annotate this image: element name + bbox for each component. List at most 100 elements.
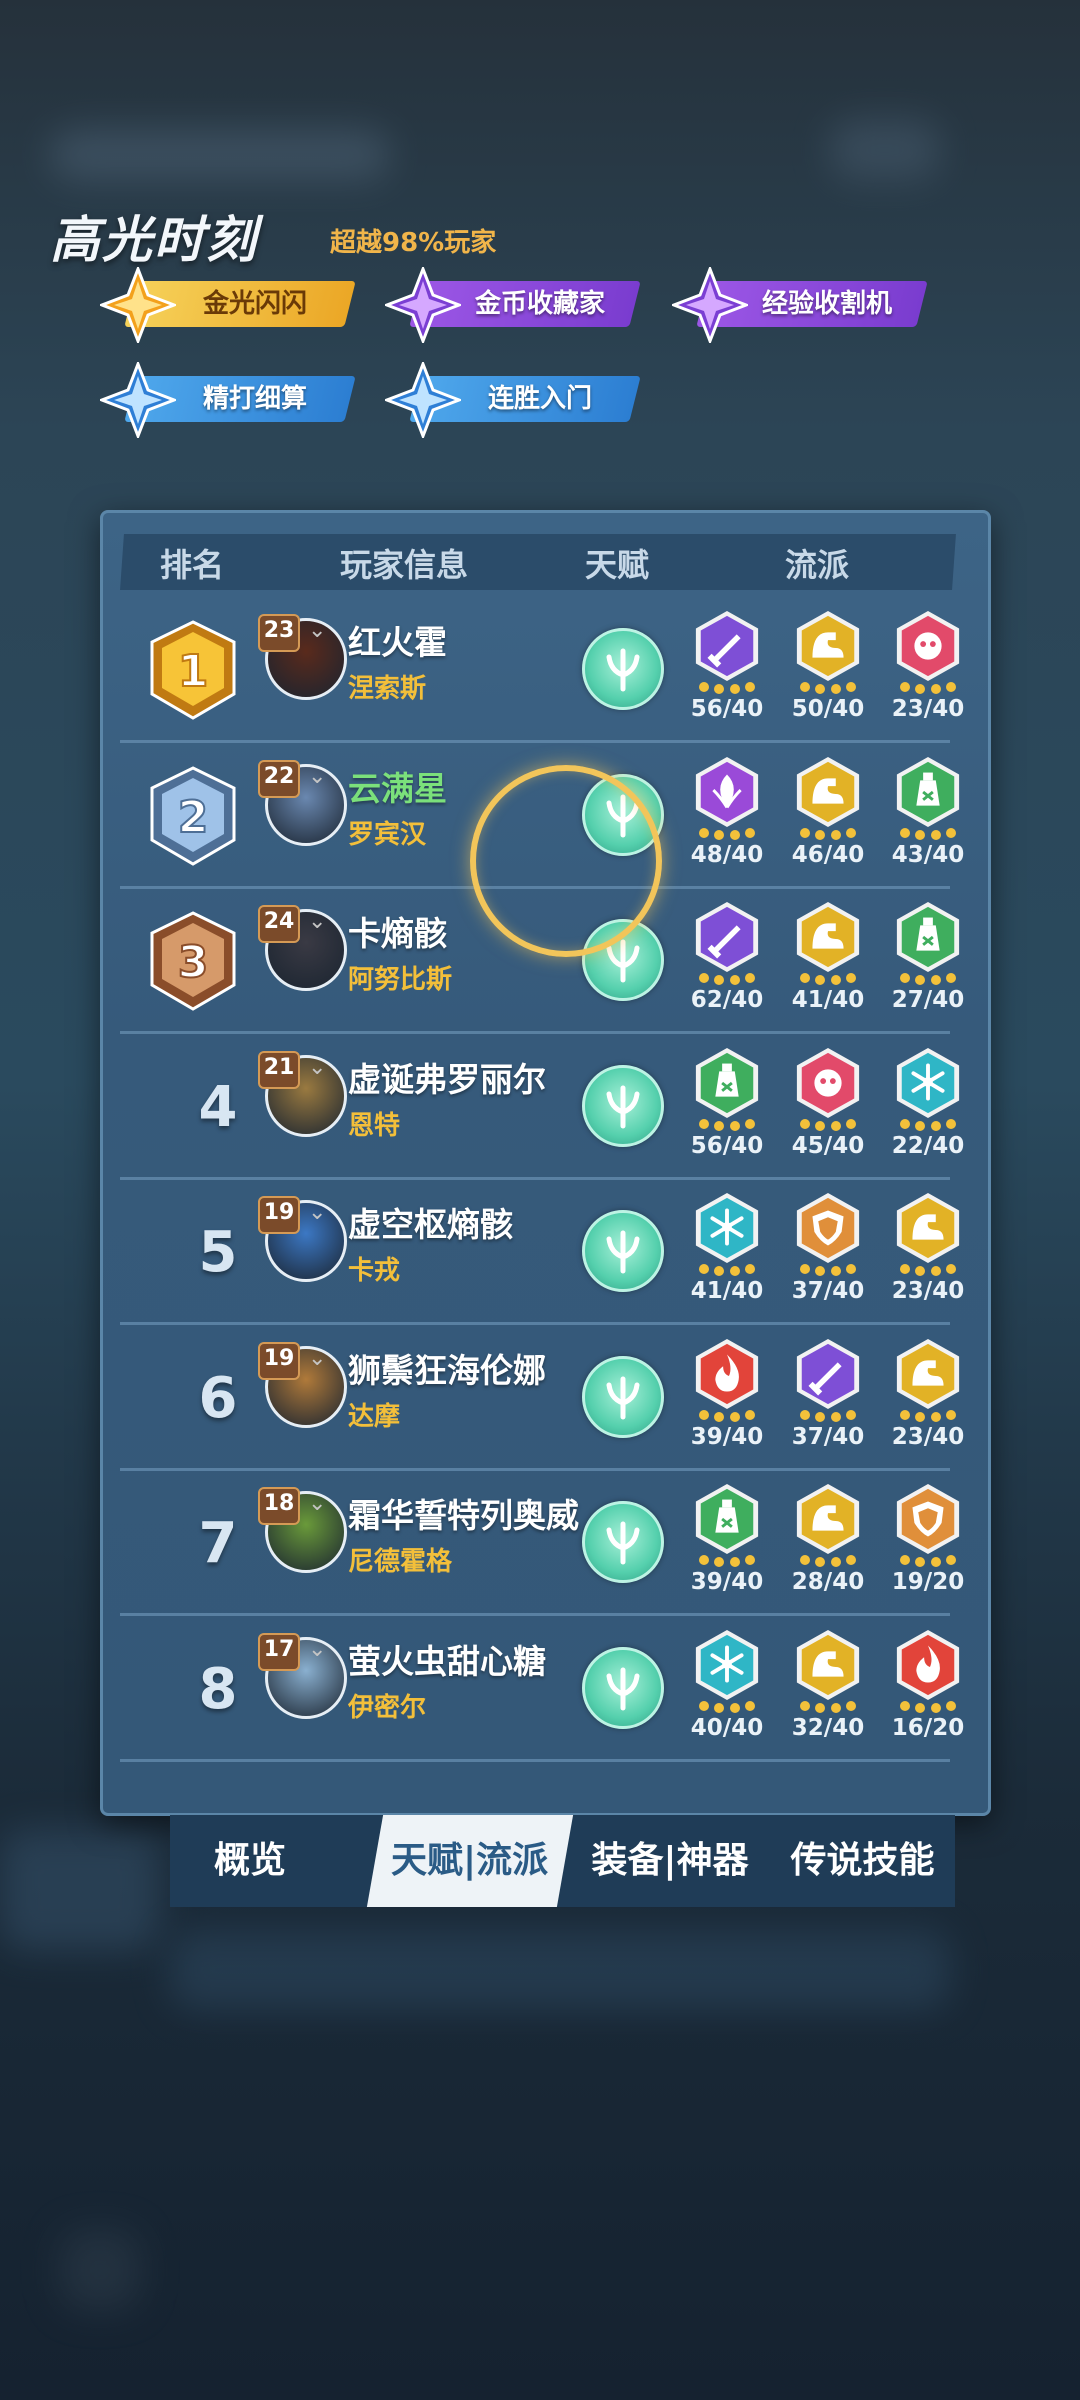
shield-trait-icon xyxy=(796,1193,860,1263)
talent-tree-icon[interactable] xyxy=(582,1646,664,1729)
snow-trait-icon xyxy=(896,1047,960,1118)
svg-text:2: 2 xyxy=(178,792,209,843)
table-row[interactable]: 7 18 ⌄ 霜华誓特列奥威 尼德霍格 39/40 28/40 19/20 xyxy=(120,1471,964,1616)
trait-tier-dots xyxy=(699,1699,755,1713)
hero-name: 罗宾汉 xyxy=(348,819,427,850)
table-row[interactable]: 4 21 ⌄ 虚诞弗罗丽尔 恩特 56/40 45/40 22/40 xyxy=(120,1035,964,1180)
talent-tree-icon[interactable] xyxy=(582,1501,664,1583)
badge-4[interactable]: 连胜入门 xyxy=(385,362,641,438)
talent-tree-icon[interactable] xyxy=(582,1064,664,1147)
rank-number: 8 xyxy=(198,1656,238,1722)
badge-1[interactable]: 金币收藏家 xyxy=(385,267,641,343)
faction-trait[interactable]: 23/40 xyxy=(888,1336,968,1456)
table-row[interactable]: 6 19 ⌄ 狮鬃狂海伦娜 达摩 39/40 37/40 23/40 xyxy=(120,1326,964,1471)
trait-tier-dots xyxy=(800,1553,856,1567)
highlight-ring xyxy=(470,765,662,957)
hero-name: 涅索斯 xyxy=(348,674,427,704)
trait-tier-dots xyxy=(800,1408,856,1422)
rank-1-medal-icon: 1 xyxy=(150,620,236,720)
trait-tier-dots xyxy=(900,826,956,840)
tab-equipment-artifact[interactable]: 装备|神器 xyxy=(570,1815,770,1907)
faction-trait[interactable]: 37/40 xyxy=(788,1336,868,1456)
trait-tier-dots xyxy=(800,1117,856,1131)
trait-count: 37/40 xyxy=(791,1278,865,1304)
trait-count: 40/40 xyxy=(690,1714,764,1741)
potion-trait-icon xyxy=(896,756,960,827)
faction-trait[interactable]: 23/40 xyxy=(888,608,968,728)
trait-count: 39/40 xyxy=(690,1569,764,1595)
trait-tier-dots xyxy=(699,1408,755,1422)
trait-tier-dots xyxy=(800,680,856,694)
faction-trait[interactable]: 56/40 xyxy=(687,608,767,728)
faction-trait[interactable]: 27/40 xyxy=(888,899,968,1019)
tab-legend-skills[interactable]: 传说技能 xyxy=(770,1815,955,1907)
hero-name: 阿努比斯 xyxy=(348,965,453,995)
trait-count: 32/40 xyxy=(791,1714,865,1741)
faction-trait[interactable]: 43/40 xyxy=(888,754,968,874)
faction-trait[interactable]: 23/40 xyxy=(888,1190,968,1310)
faction-trait[interactable]: 39/40 xyxy=(687,1336,767,1456)
tab-talent-faction[interactable]: 天赋|流派 xyxy=(366,1815,574,1907)
shield-trait-icon xyxy=(896,1484,960,1554)
trait-count: 50/40 xyxy=(791,696,865,722)
badge-3[interactable]: 精打细算 xyxy=(100,362,356,438)
faction-trait[interactable]: 40/40 xyxy=(687,1627,767,1747)
trait-tier-dots xyxy=(900,1117,956,1131)
trait-tier-dots xyxy=(699,1262,755,1276)
muscle-trait-icon xyxy=(796,1484,860,1554)
face-trait-icon xyxy=(796,1047,860,1118)
tab-bar: 概览 天赋|流派 装备|神器 传说技能 xyxy=(170,1815,955,1907)
potion-trait-icon xyxy=(896,902,960,972)
trait-tier-dots xyxy=(800,1262,856,1276)
faction-trait[interactable]: 62/40 xyxy=(687,899,767,1019)
muscle-trait-icon xyxy=(796,1629,860,1700)
faction-trait[interactable]: 48/40 xyxy=(687,754,767,874)
talent-tree-icon[interactable] xyxy=(582,1210,664,1292)
badge-label: 金光闪闪 xyxy=(202,289,307,319)
chevron-rank-icon: ⌄ xyxy=(308,763,327,789)
percentile-text: 超越98%玩家 xyxy=(330,228,497,258)
trait-tier-dots xyxy=(900,1553,956,1567)
faction-trait[interactable]: 37/40 xyxy=(788,1190,868,1310)
trait-tier-dots xyxy=(900,971,956,985)
badge-2[interactable]: 经验收割机 xyxy=(672,267,928,343)
talent-tree-icon[interactable] xyxy=(582,628,664,710)
hero-name: 达摩 xyxy=(348,1401,401,1432)
faction-trait[interactable]: 50/40 xyxy=(788,608,868,728)
badge-label: 精打细算 xyxy=(202,384,307,414)
level-badge: 24 xyxy=(258,905,300,943)
faction-trait[interactable]: 41/40 xyxy=(788,899,868,1019)
table-row[interactable]: 5 19 ⌄ 虚空枢熵骸 卡戎 41/40 37/40 23/40 xyxy=(120,1180,964,1325)
face-trait-icon xyxy=(896,611,960,681)
badge-label: 经验收割机 xyxy=(761,289,892,319)
faction-trait[interactable]: 39/40 xyxy=(687,1481,767,1601)
faction-trait[interactable]: 32/40 xyxy=(788,1627,868,1747)
faction-trait[interactable]: 56/40 xyxy=(687,1045,767,1165)
trait-count: 23/40 xyxy=(891,696,965,722)
table-row[interactable]: 1123⌄红火霍涅索斯56/4050/4023/40 xyxy=(120,598,964,743)
faction-trait[interactable]: 16/20 xyxy=(888,1627,968,1747)
faction-trait[interactable]: 41/40 xyxy=(687,1190,767,1310)
player-name: 霜华誓特列奥威 xyxy=(348,1496,579,1535)
fire-trait-icon xyxy=(695,1338,759,1409)
potion-trait-icon xyxy=(695,1484,759,1554)
snow-trait-icon xyxy=(695,1629,759,1700)
faction-trait[interactable]: 22/40 xyxy=(888,1045,968,1165)
chevron-rank-icon: ⌄ xyxy=(308,1491,327,1516)
trait-tier-dots xyxy=(900,1262,956,1276)
rank-number: 4 xyxy=(198,1074,238,1140)
table-row[interactable]: 8 17 ⌄ 萤火虫甜心糖 伊密尔 40/40 32/40 16/20 xyxy=(120,1617,964,1762)
badge-0[interactable]: 金光闪闪 xyxy=(100,267,356,343)
tab-overview[interactable]: 概览 xyxy=(170,1815,330,1907)
chevron-rank-icon: ⌄ xyxy=(308,618,327,643)
faction-trait[interactable]: 19/20 xyxy=(888,1481,968,1601)
trait-tier-dots xyxy=(800,971,856,985)
faction-trait[interactable]: 46/40 xyxy=(788,754,868,874)
trait-count: 39/40 xyxy=(690,1423,764,1450)
potion-trait-icon xyxy=(695,1047,759,1118)
faction-trait[interactable]: 45/40 xyxy=(788,1045,868,1165)
trait-count: 27/40 xyxy=(891,987,965,1013)
faction-trait[interactable]: 28/40 xyxy=(788,1481,868,1601)
level-badge: 19 xyxy=(258,1341,300,1380)
talent-tree-icon[interactable] xyxy=(582,1355,664,1438)
